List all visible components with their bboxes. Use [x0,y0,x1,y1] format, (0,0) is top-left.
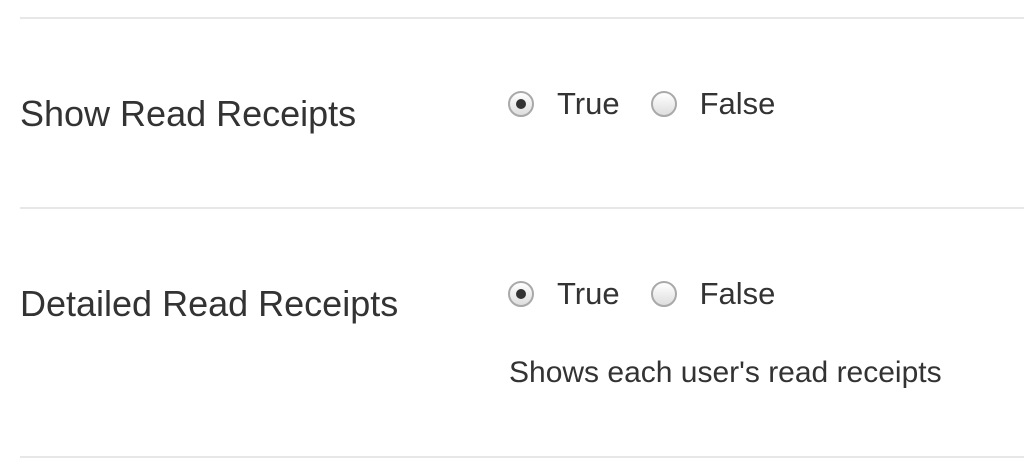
divider [20,456,1024,458]
radio-group-show-read-receipts: True False [508,86,775,122]
radio-option-true[interactable]: True [508,276,620,312]
radio-label-true[interactable]: True [557,86,620,122]
radio-label-true[interactable]: True [557,276,620,312]
radio-label-false[interactable]: False [700,86,776,122]
setting-label: Detailed Read Receipts [20,283,399,324]
radio-option-true[interactable]: True [508,86,620,122]
radio-button-unchecked[interactable] [650,281,677,307]
radio-option-false[interactable]: False [650,276,776,312]
settings-panel: Show Read Receipts True False Detailed R… [0,0,1024,476]
radio-group-detailed-read-receipts: True False [508,276,775,312]
radio-label-false[interactable]: False [700,276,776,312]
setting-label: Show Read Receipts [20,93,357,134]
radio-button-unchecked[interactable] [650,91,677,117]
radio-button-checked[interactable] [508,281,534,307]
radio-button-checked[interactable] [508,91,534,117]
setting-help-text: Shows each user's read receipts [509,356,942,389]
divider [20,17,1024,19]
divider [20,207,1024,209]
radio-option-false[interactable]: False [650,86,776,122]
